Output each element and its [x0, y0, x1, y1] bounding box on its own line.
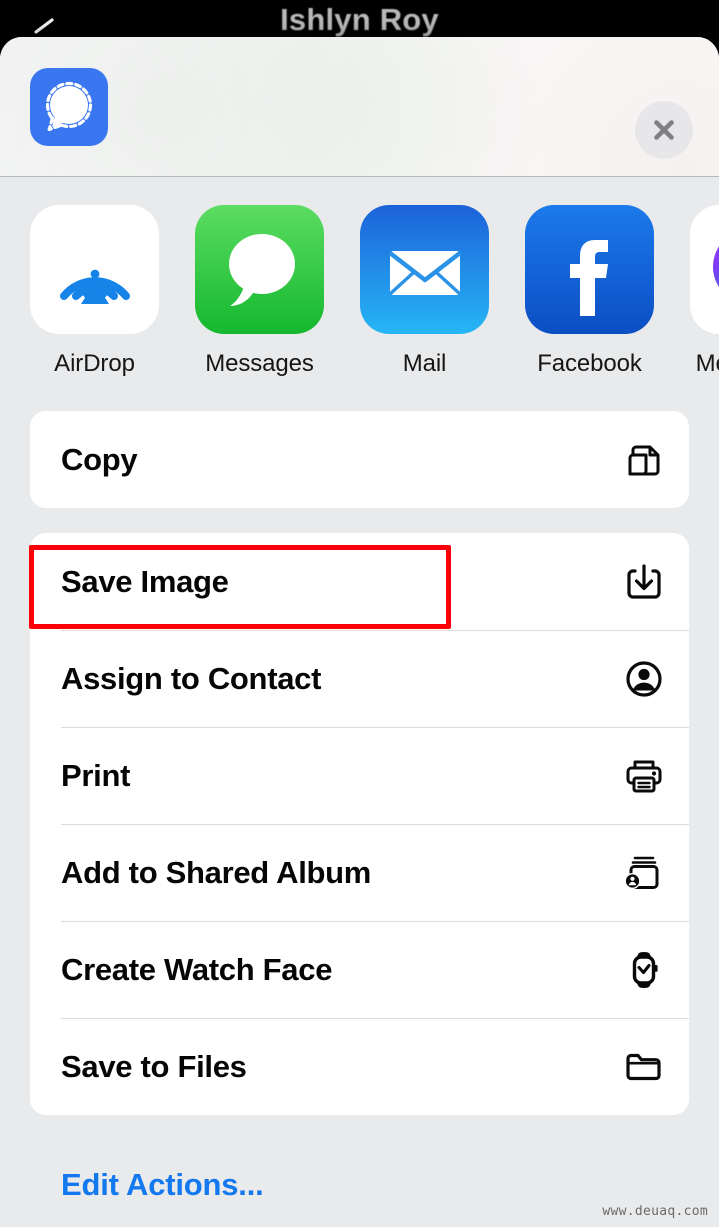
action-row-save-to-files[interactable]: Save to Files	[30, 1018, 689, 1115]
edit-actions-label: Edit Actions...	[61, 1167, 264, 1203]
action-label: Save Image	[61, 564, 229, 600]
action-row-add-to-shared-album[interactable]: Add to Shared Album	[30, 824, 689, 921]
save-image-icon	[621, 559, 667, 605]
action-card-primary: Copy	[30, 411, 689, 508]
shared-album-icon	[621, 850, 667, 896]
share-sheet-header	[0, 37, 719, 177]
folder-icon	[621, 1044, 667, 1090]
action-row-print[interactable]: Print	[30, 727, 689, 824]
share-sheet: AirDrop Messages	[0, 37, 719, 1227]
person-circle-icon	[621, 656, 667, 702]
action-label: Assign to Contact	[61, 661, 321, 697]
share-target-label: AirDrop	[54, 350, 135, 378]
apple-watch-icon	[621, 947, 667, 993]
share-target-label: Mail	[403, 350, 447, 378]
actions-area: Copy Save Image	[0, 411, 719, 1215]
messenger-icon	[690, 205, 719, 334]
copy-icon	[621, 437, 667, 483]
share-target-label: Messenger	[696, 350, 719, 378]
action-row-assign-to-contact[interactable]: Assign to Contact	[30, 630, 689, 727]
share-target-airdrop[interactable]: AirDrop	[30, 205, 159, 378]
watermark: www.deuaq.com	[602, 1204, 708, 1219]
action-label: Add to Shared Album	[61, 855, 371, 891]
share-targets-scroller[interactable]: AirDrop Messages	[0, 205, 719, 378]
share-target-mail[interactable]: Mail	[360, 205, 489, 378]
share-target-label: Facebook	[537, 350, 642, 378]
share-target-messenger[interactable]: Messenger	[690, 205, 719, 378]
messages-icon	[195, 205, 324, 334]
screen: Ishlyn Roy	[0, 0, 719, 1227]
edit-actions-button[interactable]: Edit Actions...	[30, 1155, 689, 1215]
signal-app-icon	[30, 68, 108, 146]
close-button[interactable]	[635, 101, 693, 159]
share-target-label: Messages	[205, 350, 314, 378]
share-target-facebook[interactable]: Facebook	[525, 205, 654, 378]
action-row-copy[interactable]: Copy	[30, 411, 689, 508]
action-label: Save to Files	[61, 1049, 247, 1085]
airdrop-icon	[30, 205, 159, 334]
action-label: Copy	[61, 442, 137, 478]
close-icon	[649, 115, 679, 145]
share-targets-row[interactable]: AirDrop Messages	[0, 177, 719, 389]
printer-icon	[621, 753, 667, 799]
action-row-create-watch-face[interactable]: Create Watch Face	[30, 921, 689, 1018]
facebook-icon	[525, 205, 654, 334]
share-target-messages[interactable]: Messages	[195, 205, 324, 378]
action-label: Create Watch Face	[61, 952, 332, 988]
backdrop-contact-name: Ishlyn Roy	[0, 2, 719, 38]
action-label: Print	[61, 758, 130, 794]
action-row-save-image[interactable]: Save Image	[30, 533, 689, 630]
action-card-secondary: Save Image Assign to Contact	[30, 533, 689, 1115]
mail-icon	[360, 205, 489, 334]
